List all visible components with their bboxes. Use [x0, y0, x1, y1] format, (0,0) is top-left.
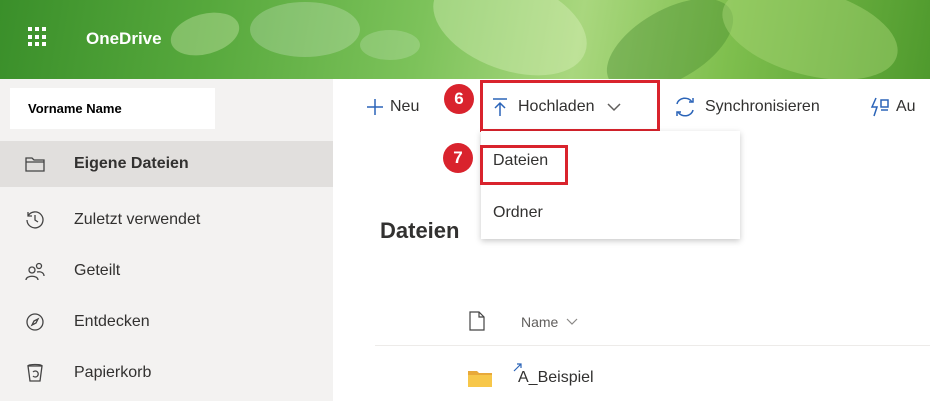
sync-icon	[673, 96, 697, 118]
plus-icon	[366, 98, 384, 116]
user-name: Vorname Name	[10, 88, 215, 129]
file-type-icon	[469, 311, 485, 331]
sidebar-item-shared[interactable]: Geteilt	[0, 248, 333, 294]
step-badge-6: 6	[444, 84, 474, 114]
file-name: A_Beispiel	[518, 369, 594, 386]
chevron-down-icon	[566, 318, 578, 326]
sidebar-item-my-files[interactable]: Eigene Dateien	[0, 141, 333, 187]
app-launcher-icon[interactable]	[28, 27, 48, 47]
sidebar-item-discover[interactable]: Entdecken	[0, 299, 333, 345]
upload-button[interactable]: Hochladen	[492, 86, 621, 128]
folder-icon	[468, 369, 492, 387]
banner-decoration	[419, 0, 601, 79]
banner-decoration	[360, 30, 420, 60]
new-button[interactable]: Neu	[366, 86, 419, 128]
banner-decoration	[712, 0, 908, 79]
upload-button-label: Hochladen	[518, 98, 595, 115]
name-column-label: Name	[521, 314, 559, 330]
banner-decoration	[166, 5, 244, 63]
page-title: Dateien	[380, 218, 460, 243]
banner-decoration	[250, 2, 360, 57]
sidebar-item-label: Papierkorb	[74, 364, 152, 381]
sync-button[interactable]: Synchronisieren	[673, 86, 820, 128]
table-row[interactable]: A_Beispiel	[468, 360, 594, 396]
menu-item-folder[interactable]: Ordner	[493, 204, 543, 222]
new-button-label: Neu	[390, 98, 420, 115]
app-header: OneDrive	[0, 0, 930, 79]
divider	[375, 345, 930, 346]
clock-icon	[24, 210, 46, 230]
sidebar-item-recycle-bin[interactable]: Papierkorb	[0, 350, 333, 396]
app-title[interactable]: OneDrive	[86, 29, 162, 49]
upload-icon	[492, 97, 508, 117]
sync-button-label: Synchronisieren	[705, 98, 820, 115]
chevron-down-icon	[606, 102, 621, 112]
people-icon	[24, 261, 46, 281]
sidebar-item-label: Entdecken	[74, 313, 150, 330]
sidebar-item-recent[interactable]: Zuletzt verwendet	[0, 197, 333, 243]
automate-button[interactable]: Au	[870, 86, 916, 128]
sidebar-item-label: Eigene Dateien	[74, 155, 189, 172]
folder-icon	[24, 156, 46, 172]
files-highlight	[480, 145, 568, 185]
recycle-bin-icon	[24, 363, 46, 383]
column-header-name[interactable]: Name	[521, 314, 578, 330]
sidebar-item-label: Geteilt	[74, 262, 121, 279]
shared-indicator-icon	[513, 362, 523, 372]
automate-icon	[870, 97, 890, 117]
compass-icon	[24, 312, 46, 332]
sidebar-item-label: Zuletzt verwendet	[74, 211, 201, 228]
step-badge-7: 7	[443, 143, 473, 173]
automate-button-label: Au	[896, 98, 916, 115]
